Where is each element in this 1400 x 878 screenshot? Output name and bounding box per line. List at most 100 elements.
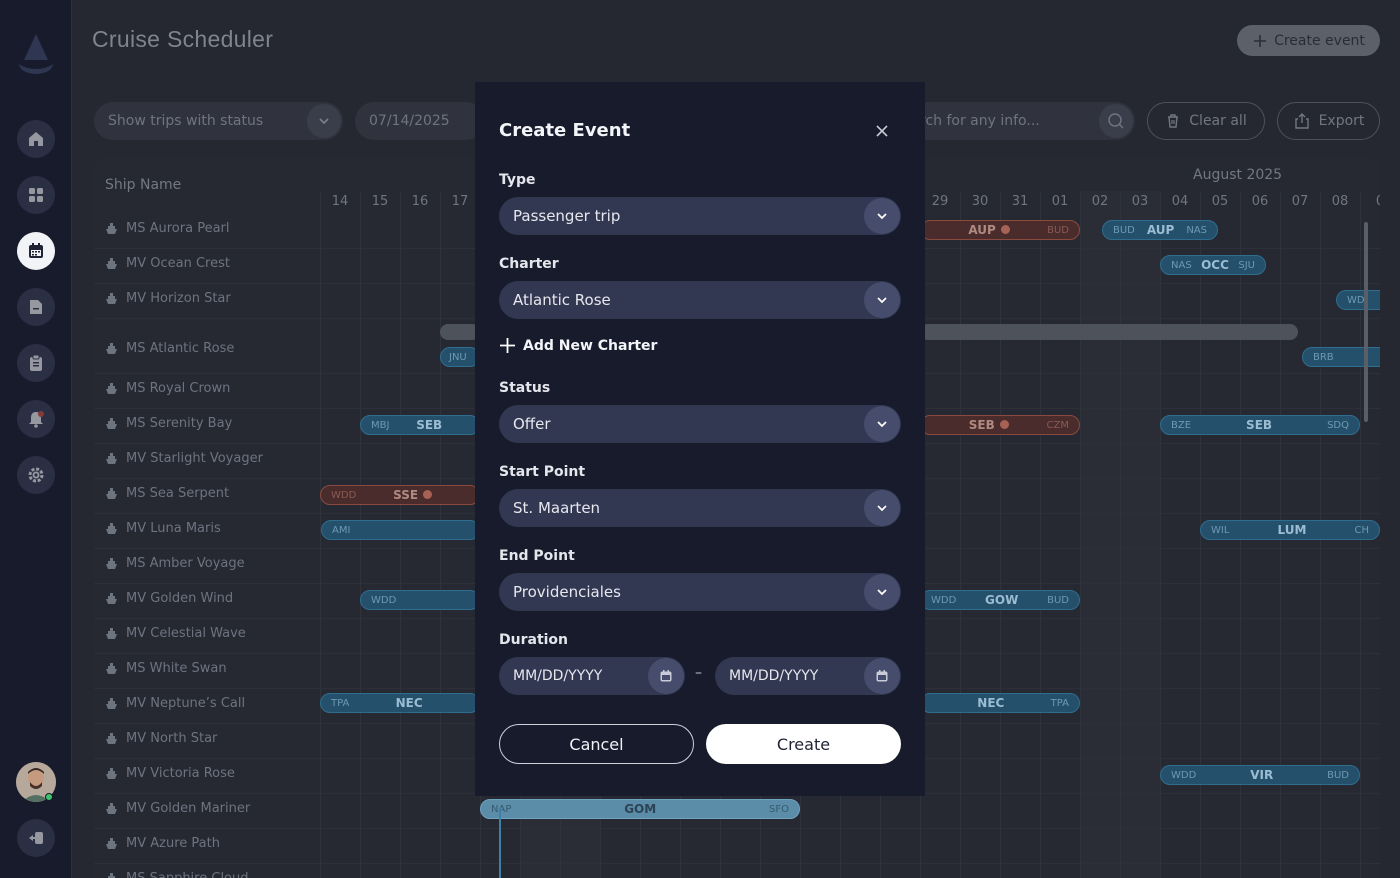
calendar-icon[interactable] <box>648 658 684 694</box>
ship-row-label[interactable]: MV Golden Mariner <box>105 801 250 816</box>
trip-bar[interactable]: WDD SSE <box>320 485 480 505</box>
trip-bar[interactable]: JNU <box>440 347 480 367</box>
ship-icon <box>106 293 117 304</box>
trip-bar[interactable]: NAP GOM SFO <box>480 799 800 819</box>
ship-row-label[interactable]: MS White Swan <box>105 661 227 676</box>
ship-row-label[interactable]: MV North Star <box>105 731 217 746</box>
export-button[interactable]: Export <box>1277 102 1380 140</box>
trip-bar[interactable]: SEB CZM <box>920 415 1080 435</box>
ship-icon <box>106 803 117 814</box>
charter-value: Atlantic Rose <box>513 291 611 309</box>
ship-row-label[interactable]: MS Royal Crown <box>105 381 230 396</box>
ship-row-label[interactable]: MV Victoria Rose <box>105 766 235 781</box>
start-point-select[interactable]: St. Maarten <box>499 489 901 527</box>
trip-bar[interactable]: WDD GOW BUD <box>920 590 1080 610</box>
end-point-label: End Point <box>499 548 575 564</box>
app-root: Cruise Scheduler Create event Show trips… <box>0 0 1400 878</box>
nav-home-button[interactable] <box>17 120 55 158</box>
ship-icon <box>106 453 117 464</box>
date-filter-input[interactable]: 07/14/2025 <box>355 102 485 140</box>
end-point-select[interactable]: Providenciales <box>499 573 901 611</box>
close-icon[interactable] <box>874 123 890 139</box>
cancelled-icon <box>999 420 1009 429</box>
ship-icon <box>106 593 117 604</box>
chevron-down-icon <box>307 104 341 138</box>
trip-bar[interactable]: NEC TPA <box>920 693 1080 713</box>
day-header: 02 <box>1091 194 1109 209</box>
grid-line <box>960 191 961 878</box>
ship-row-label[interactable]: MS Aurora Pearl <box>105 221 230 236</box>
cancel-button[interactable]: Cancel <box>499 724 694 764</box>
ship-row-label[interactable]: MS Sapphire Cloud <box>105 871 249 878</box>
end-date-input[interactable]: MM/DD/YYYY <box>715 657 901 695</box>
search-input[interactable]: rch for any info... <box>905 102 1135 140</box>
nav-tasks-button[interactable] <box>17 344 55 382</box>
ship-row-label[interactable]: MS Atlantic Rose <box>105 341 234 356</box>
trip-bar[interactable]: WD <box>1336 290 1380 310</box>
nav-documents-button[interactable] <box>17 288 55 326</box>
cancelled-icon <box>1000 225 1010 234</box>
chevron-down-icon <box>864 406 900 442</box>
trash-icon <box>1168 114 1179 128</box>
ship-icon <box>106 558 117 569</box>
trip-bar[interactable]: WIL LUM CH <box>1200 520 1380 540</box>
ship-row-label[interactable]: MV Celestial Wave <box>105 626 246 641</box>
clear-all-button[interactable]: Clear all <box>1147 102 1265 140</box>
ship-row-label[interactable]: MS Serenity Bay <box>105 416 232 431</box>
day-header: 15 <box>371 194 389 209</box>
ship-row-label[interactable]: MV Luna Maris <box>105 521 221 536</box>
trip-bar[interactable]: WDD <box>360 590 480 610</box>
status-select[interactable]: Offer <box>499 405 901 443</box>
trip-bar[interactable]: MBJ SEB <box>360 415 480 435</box>
today-indicator <box>499 808 501 878</box>
nav-calendar-button[interactable] <box>17 232 55 270</box>
logout-button[interactable] <box>17 819 55 857</box>
ship-row-label[interactable]: MV Horizon Star <box>105 291 231 306</box>
ship-row-label[interactable]: MV Starlight Voyager <box>105 451 263 466</box>
trip-bar[interactable]: AMI <box>321 520 480 540</box>
chevron-down-icon <box>864 490 900 526</box>
ship-row-label[interactable]: MS Amber Voyage <box>105 556 245 571</box>
calendar-icon <box>29 243 43 258</box>
vertical-scrollbar[interactable] <box>1364 222 1368 422</box>
trip-bar[interactable]: BRB <box>1302 347 1380 367</box>
nav-dashboard-button[interactable] <box>17 176 55 214</box>
ship-name: MS Aurora Pearl <box>126 221 230 236</box>
add-new-charter-button[interactable]: Add New Charter <box>499 337 657 354</box>
ship-row-label[interactable]: MV Neptune’s Call <box>105 696 245 711</box>
charter-select[interactable]: Atlantic Rose <box>499 281 901 319</box>
ship-row-label[interactable]: MS Sea Serpent <box>105 486 229 501</box>
trip-bar[interactable]: BZE SEB SDQ <box>1160 415 1360 435</box>
trip-bar[interactable]: WDD VIR BUD <box>1160 765 1360 785</box>
trip-bar[interactable]: BUD AUP NAS <box>1102 220 1218 240</box>
ship-name: MS White Swan <box>126 661 227 676</box>
trip-bar[interactable] <box>440 324 480 340</box>
day-header: 04 <box>1171 194 1189 209</box>
status-filter-select[interactable]: Show trips with status <box>94 102 343 140</box>
start-date-input[interactable]: MM/DD/YYYY <box>499 657 685 695</box>
type-select[interactable]: Passenger trip <box>499 197 901 235</box>
trip-bar[interactable]: NAS OCC SJU <box>1160 255 1266 275</box>
ship-row-label[interactable]: MV Azure Path <box>105 836 220 851</box>
create-event-button[interactable]: Create event <box>1237 25 1380 56</box>
trip-bar[interactable] <box>920 324 1298 340</box>
nav-settings-button[interactable] <box>17 456 55 494</box>
type-value: Passenger trip <box>513 207 621 225</box>
ship-icon <box>106 383 117 394</box>
grid-line <box>1000 191 1001 878</box>
ship-name: MV Ocean Crest <box>126 256 230 271</box>
nav-notifications-button[interactable] <box>17 400 55 438</box>
end-date-placeholder: MM/DD/YYYY <box>729 668 819 684</box>
create-button[interactable]: Create <box>706 724 901 764</box>
search-icon[interactable] <box>1099 104 1133 138</box>
calendar-icon[interactable] <box>864 658 900 694</box>
end-point-value: Providenciales <box>513 583 621 601</box>
ship-row-label[interactable]: MV Golden Wind <box>105 591 233 606</box>
plus-icon <box>1254 34 1267 47</box>
ship-name: MV Golden Wind <box>126 591 234 606</box>
trip-bar[interactable]: TPA NEC <box>320 693 480 713</box>
trip-bar[interactable]: AUP BUD <box>920 220 1080 240</box>
chevron-down-icon <box>864 198 900 234</box>
ship-row-label[interactable]: MV Ocean Crest <box>105 256 230 271</box>
day-header: 01 <box>1051 194 1069 209</box>
